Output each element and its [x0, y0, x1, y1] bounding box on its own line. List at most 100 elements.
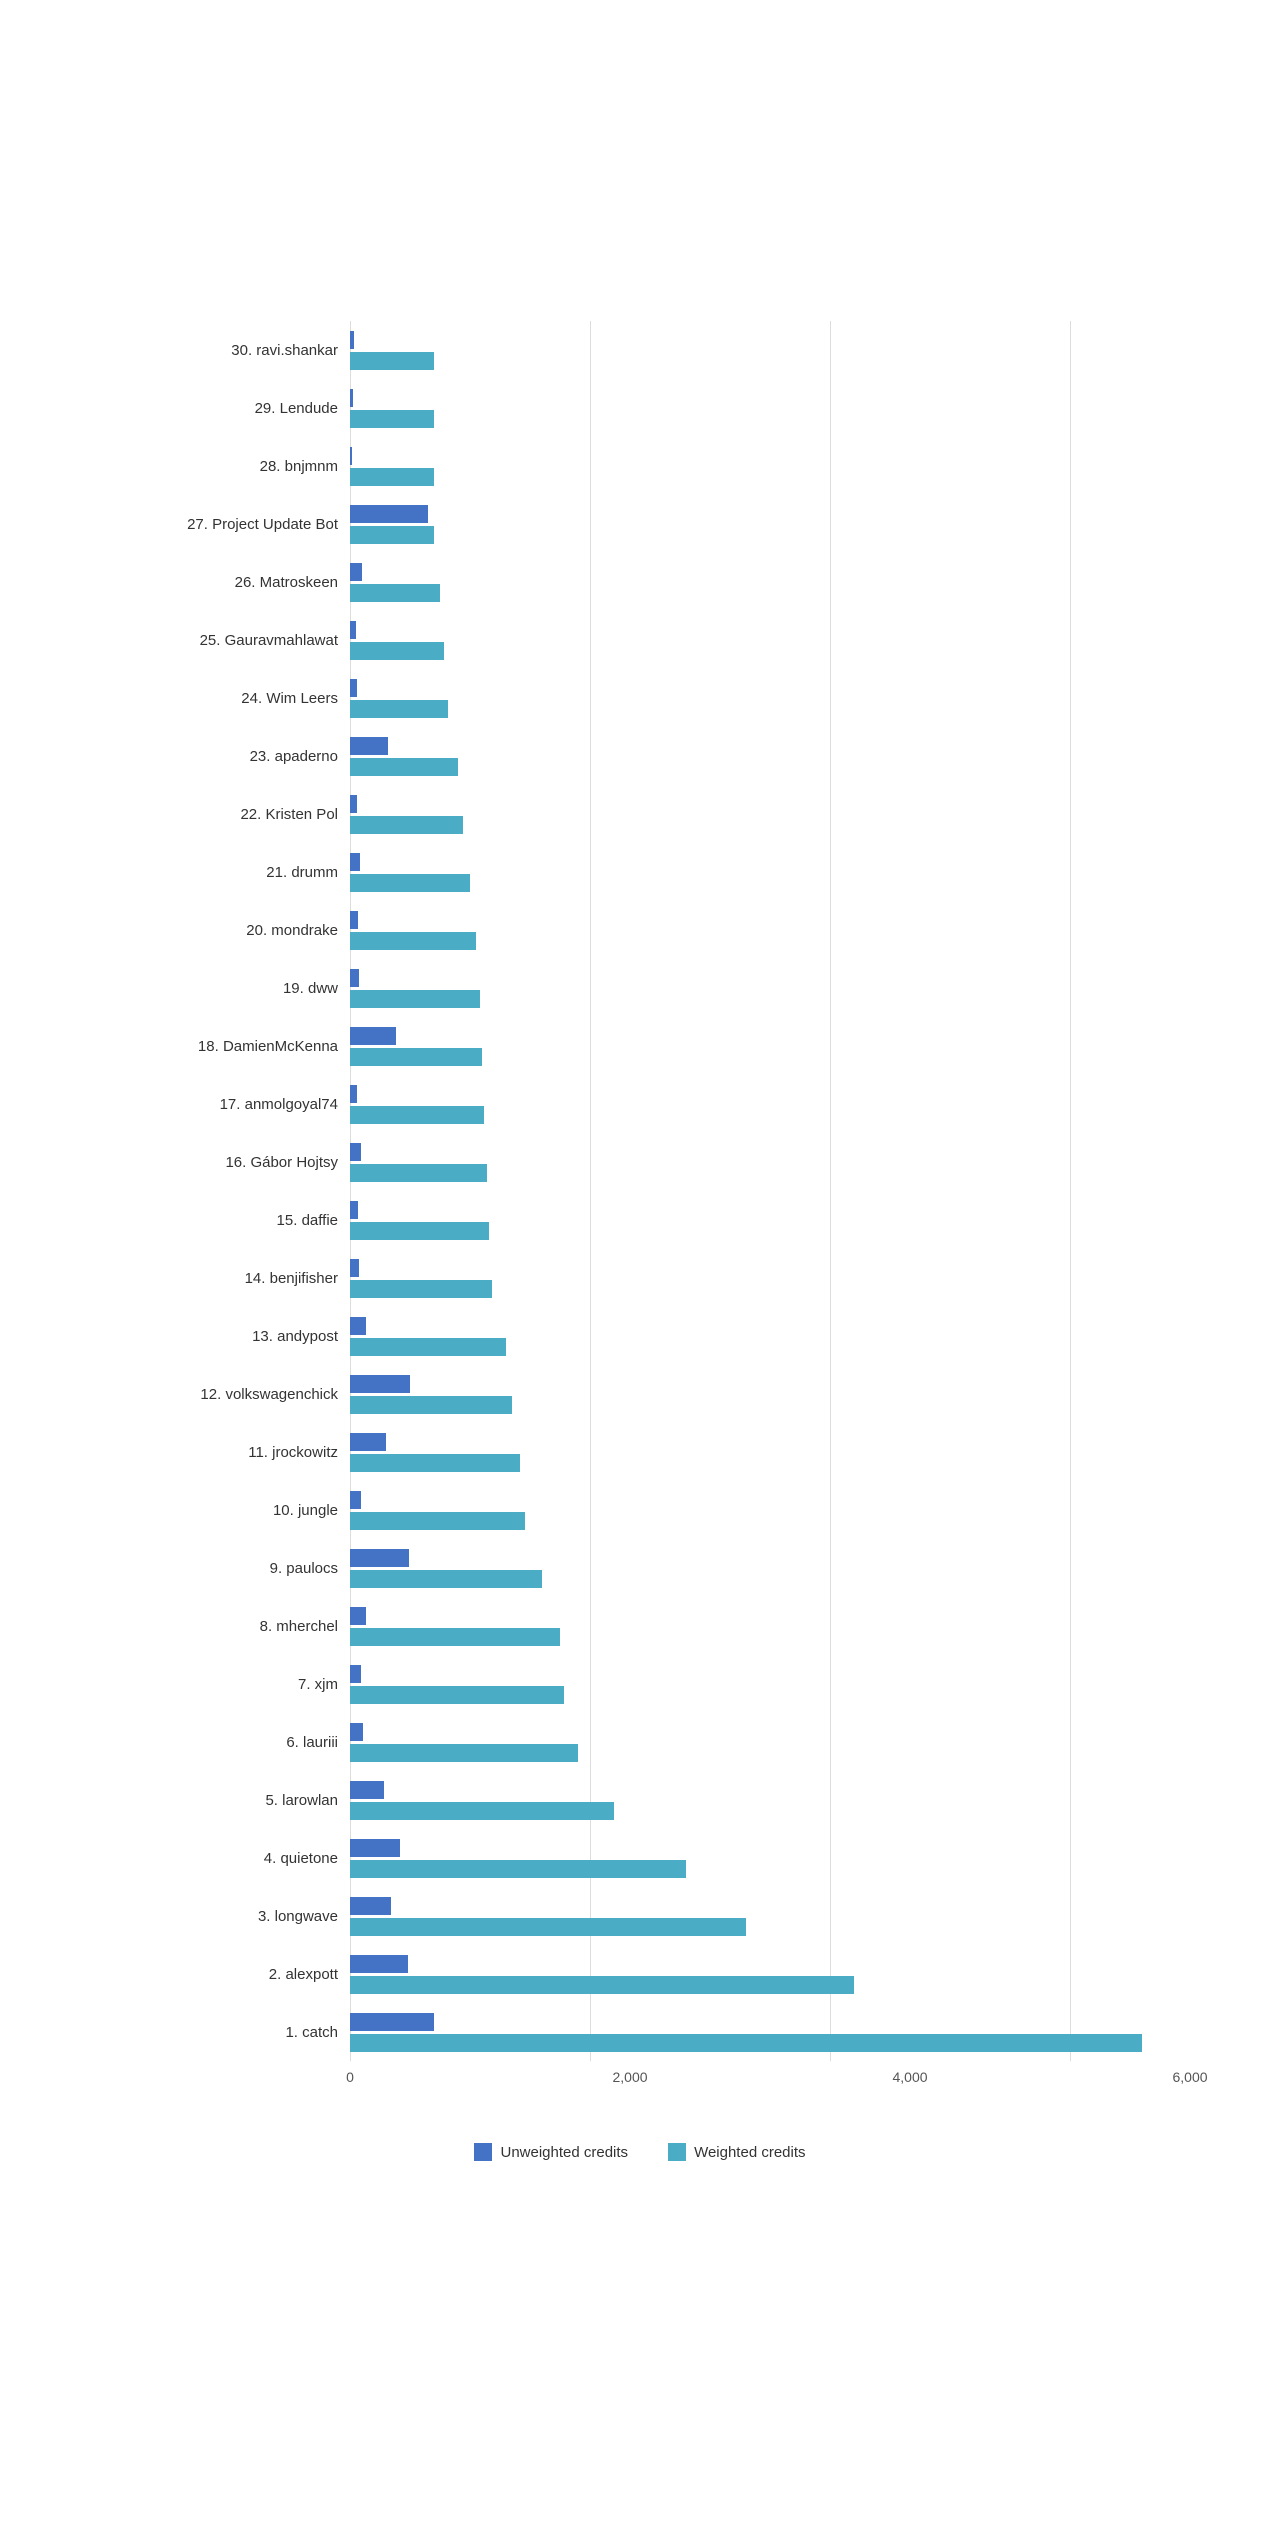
unweighted-bar	[350, 389, 353, 407]
table-row: 8. mherchel	[130, 1597, 1150, 1655]
unweighted-bar-wrap	[350, 1665, 1150, 1683]
unweighted-bar-wrap	[350, 331, 1150, 349]
table-row: 22. Kristen Pol	[130, 785, 1150, 843]
weighted-bar-wrap	[350, 1918, 1150, 1936]
bars-group	[350, 1597, 1150, 1655]
table-row: 20. mondrake	[130, 901, 1150, 959]
weighted-bar	[350, 642, 444, 660]
unweighted-bar	[350, 1259, 359, 1277]
bars-group	[350, 1075, 1150, 1133]
table-row: 18. DamienMcKenna	[130, 1017, 1150, 1075]
weighted-bar	[350, 1570, 542, 1588]
unweighted-bar-wrap	[350, 1781, 1150, 1799]
unweighted-bar	[350, 1781, 384, 1799]
unweighted-bar	[350, 1723, 363, 1741]
table-row: 11. jrockowitz	[130, 1423, 1150, 1481]
weighted-bar	[350, 816, 463, 834]
weighted-bar	[350, 1686, 564, 1704]
unweighted-bar-wrap	[350, 1897, 1150, 1915]
unweighted-bar	[350, 331, 354, 349]
weighted-bar-wrap	[350, 700, 1150, 718]
bars-group	[350, 1307, 1150, 1365]
weighted-bar	[350, 2034, 1142, 2052]
table-row: 12. volkswagenchick	[130, 1365, 1150, 1423]
weighted-bar-wrap	[350, 468, 1150, 486]
unweighted-bar	[350, 911, 358, 929]
weighted-bar	[350, 584, 440, 602]
x-axis: 02,0004,0006,000	[350, 2069, 1150, 2093]
table-row: 16. Gábor Hojtsy	[130, 1133, 1150, 1191]
row-label: 9. paulocs	[130, 1560, 350, 1577]
legend-weighted: Weighted credits	[668, 2143, 805, 2161]
unweighted-bar-wrap	[350, 969, 1150, 987]
unweighted-bar	[350, 1607, 366, 1625]
weighted-bar-wrap	[350, 642, 1150, 660]
row-label: 13. andypost	[130, 1328, 350, 1345]
weighted-bar	[350, 1918, 746, 1936]
bars-group	[350, 785, 1150, 843]
table-row: 19. dww	[130, 959, 1150, 1017]
row-label: 5. larowlan	[130, 1792, 350, 1809]
weighted-bar	[350, 1338, 506, 1356]
weighted-bar	[350, 1628, 560, 1646]
unweighted-bar	[350, 1839, 400, 1857]
unweighted-bar-wrap	[350, 1607, 1150, 1625]
weighted-bar-wrap	[350, 1860, 1150, 1878]
unweighted-bar	[350, 1549, 409, 1567]
weighted-bar-wrap	[350, 410, 1150, 428]
table-row: 2. alexpott	[130, 1945, 1150, 2003]
table-row: 27. Project Update Bot	[130, 495, 1150, 553]
weighted-bar	[350, 758, 458, 776]
weighted-bar-wrap	[350, 1628, 1150, 1646]
bars-group	[350, 1481, 1150, 1539]
bars-group	[350, 1133, 1150, 1191]
row-label: 12. volkswagenchick	[130, 1386, 350, 1403]
weighted-bar-wrap	[350, 1164, 1150, 1182]
unweighted-bar	[350, 1491, 361, 1509]
bars-group	[350, 1887, 1150, 1945]
weighted-bar-wrap	[350, 758, 1150, 776]
unweighted-bar	[350, 795, 357, 813]
unweighted-bar-wrap	[350, 1201, 1150, 1219]
unweighted-bar-wrap	[350, 1143, 1150, 1161]
unweighted-bar-wrap	[350, 853, 1150, 871]
unweighted-bar-wrap	[350, 2013, 1150, 2031]
weighted-bar-wrap	[350, 352, 1150, 370]
weighted-bar	[350, 700, 448, 718]
unweighted-bar-wrap	[350, 1375, 1150, 1393]
legend-unweighted-box	[474, 2143, 492, 2161]
weighted-bar-wrap	[350, 816, 1150, 834]
weighted-bar-wrap	[350, 2034, 1150, 2052]
unweighted-bar	[350, 1375, 410, 1393]
table-row: 14. benjifisher	[130, 1249, 1150, 1307]
unweighted-bar	[350, 1201, 358, 1219]
table-row: 26. Matroskeen	[130, 553, 1150, 611]
bars-group	[350, 1365, 1150, 1423]
unweighted-bar-wrap	[350, 911, 1150, 929]
weighted-bar-wrap	[350, 1976, 1150, 1994]
row-label: 27. Project Update Bot	[130, 516, 350, 533]
unweighted-bar	[350, 853, 360, 871]
chart-area: 30. ravi.shankar29. Lendude28. bnjmnm27.…	[130, 321, 1150, 2061]
unweighted-bar	[350, 1143, 361, 1161]
chart-container: 30. ravi.shankar29. Lendude28. bnjmnm27.…	[90, 281, 1190, 2241]
bars-group	[350, 379, 1150, 437]
weighted-bar-wrap	[350, 1106, 1150, 1124]
unweighted-bar	[350, 1897, 391, 1915]
unweighted-bar-wrap	[350, 447, 1150, 465]
weighted-bar	[350, 1280, 492, 1298]
row-label: 29. Lendude	[130, 400, 350, 417]
bars-group	[350, 1249, 1150, 1307]
bars-group	[350, 1771, 1150, 1829]
table-row: 24. Wim Leers	[130, 669, 1150, 727]
x-tick-label: 6,000	[1172, 2069, 1207, 2085]
unweighted-bar	[350, 1317, 366, 1335]
weighted-bar	[350, 1048, 482, 1066]
table-row: 15. daffie	[130, 1191, 1150, 1249]
row-label: 19. dww	[130, 980, 350, 997]
weighted-bar	[350, 1744, 578, 1762]
legend-unweighted-label: Unweighted credits	[500, 2144, 628, 2161]
table-row: 13. andypost	[130, 1307, 1150, 1365]
weighted-bar-wrap	[350, 990, 1150, 1008]
unweighted-bar	[350, 1433, 386, 1451]
